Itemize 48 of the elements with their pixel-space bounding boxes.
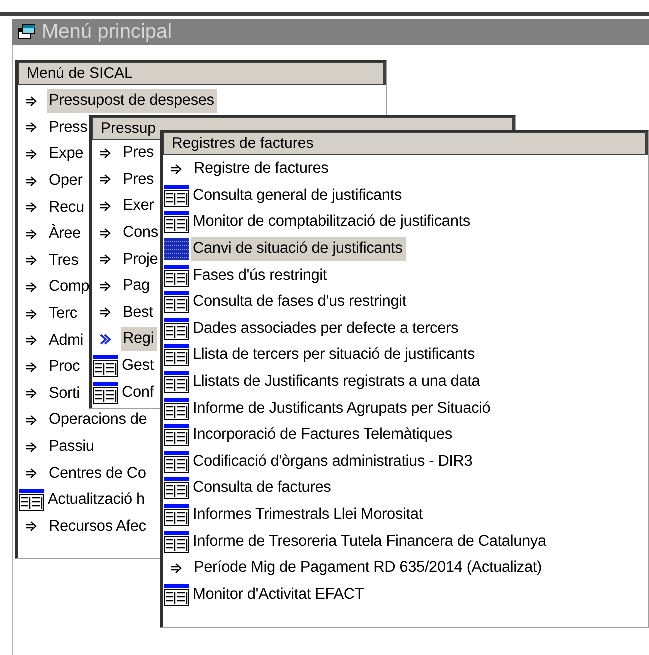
menu-item[interactable]: Registre de factures (192, 157, 332, 182)
menu-item[interactable]: Proje (121, 248, 162, 272)
menu-item[interactable]: Pres (121, 168, 158, 192)
menu-item[interactable]: Informes Trimestrals Llei Morositat (191, 503, 426, 528)
menu-item[interactable]: Conf (120, 380, 157, 405)
menu-item[interactable]: Monitor d'Activitat EFACT (191, 582, 368, 607)
menu-item[interactable]: Pressupost de despeses (47, 89, 218, 114)
menu-item[interactable]: Best (121, 300, 156, 325)
menu-item[interactable]: Press (47, 116, 91, 140)
menu-item[interactable]: Informe de Justificants Agrupats per Situació (191, 396, 494, 421)
menu-item[interactable]: Informe de Tresoreria Tutela Financera de Catalunya (191, 530, 550, 554)
menu-item[interactable]: Proc (47, 355, 84, 380)
menu-item[interactable]: Regi (121, 327, 158, 352)
menu-item[interactable]: Consulta general de justificants (191, 184, 406, 208)
menu-item[interactable]: Terc (47, 302, 80, 326)
menu-item[interactable]: Oper (47, 169, 86, 194)
menu-item[interactable]: Àree (47, 222, 84, 246)
menu-item[interactable]: Fases d'ús restringit (191, 264, 330, 288)
menu-item[interactable]: Incorporació de Factures Telemàtiques (191, 423, 456, 448)
menu-item[interactable]: Canvi de situació de justificants (191, 237, 406, 262)
menu-item[interactable]: Actualització h (46, 488, 148, 512)
menu-item[interactable]: Llista de tercers per situació de justificants (191, 343, 478, 368)
menu-item[interactable]: Tres (47, 248, 82, 273)
menu-item[interactable]: Període Mig de Pagament RD 635/2014 (Actualizat) (192, 556, 545, 580)
menu-item[interactable]: Sorti (47, 382, 83, 406)
menu-item[interactable]: Monitor de comptabilització de justificants (191, 210, 474, 234)
menu-item[interactable]: Dades associades per defecte a tercers (191, 316, 462, 341)
menu-item[interactable]: Passiu (47, 435, 98, 460)
menu-item[interactable]: Pres (121, 141, 158, 166)
menu-item[interactable]: Centres de Co (47, 462, 150, 486)
menu-header: Menú de SICAL (18, 62, 386, 85)
menu-item[interactable]: Expe (47, 142, 87, 166)
menu-item[interactable]: Admi (47, 328, 87, 353)
menu-item[interactable]: Consulta de fases d'us restringit (191, 290, 410, 314)
window-icon (18, 24, 36, 40)
menu-item[interactable]: Gest (120, 354, 157, 378)
menu-item[interactable]: Llistats de Justificants registrats a una data (191, 370, 484, 394)
window-title: Menú principal (42, 20, 172, 44)
menu-item[interactable]: Comp (47, 275, 93, 300)
menu-item[interactable]: Operacions de (47, 408, 150, 432)
menu-item[interactable]: Codificació d'òrgans administratius - DIR3 (191, 450, 476, 474)
menu-item[interactable]: Cons (121, 221, 162, 246)
menu-item[interactable]: Pag (121, 274, 153, 298)
menu-item[interactable]: Recu (47, 196, 88, 220)
menu-item[interactable]: Consulta de factures (191, 476, 334, 500)
menu-header: Registres de factures (163, 132, 648, 155)
menu-item[interactable]: Recursos Afec (47, 514, 150, 539)
menu-item[interactable]: Exer (121, 194, 158, 218)
